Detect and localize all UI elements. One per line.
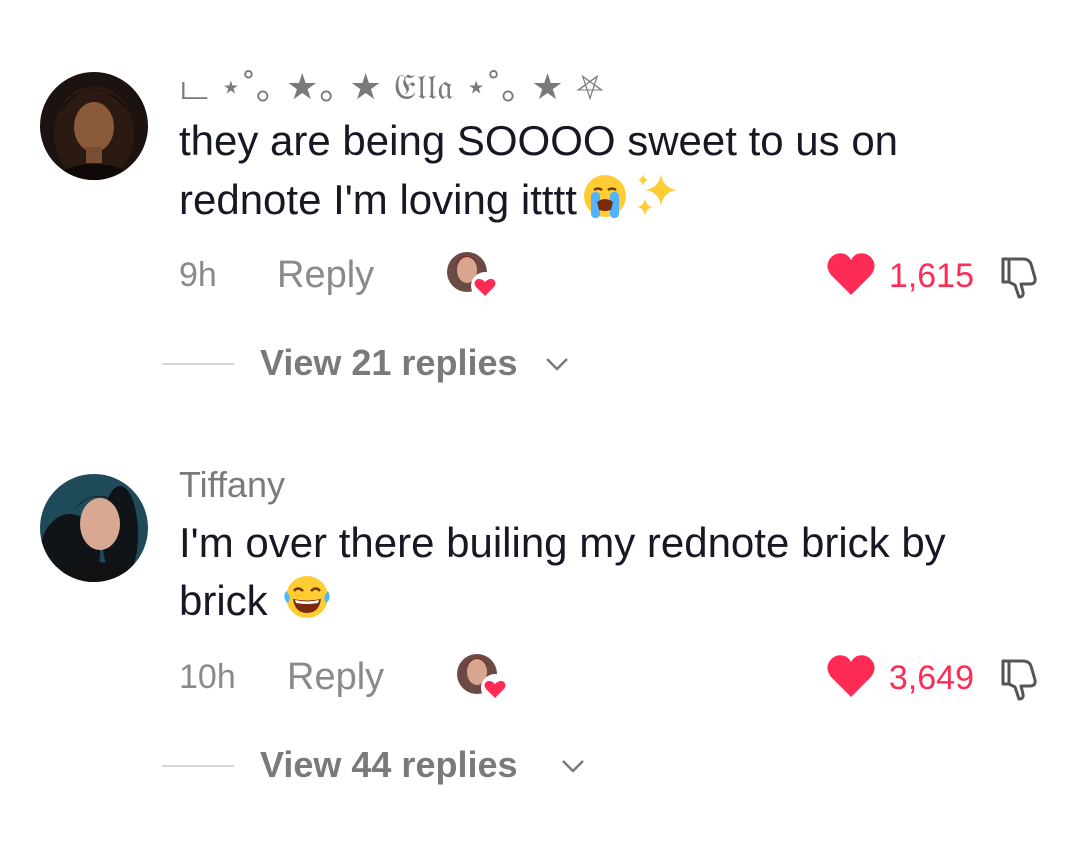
loudly-crying-face-icon bbox=[581, 172, 629, 235]
avatar[interactable] bbox=[40, 474, 148, 582]
username[interactable]: Tiffany bbox=[179, 464, 285, 506]
face-with-tears-of-joy-icon bbox=[282, 573, 332, 636]
like-count: 1,615 bbox=[888, 256, 974, 295]
dislike-icon[interactable] bbox=[995, 656, 1041, 707]
view-replies-button[interactable]: View 44 replies bbox=[162, 744, 612, 788]
dislike-icon[interactable] bbox=[995, 254, 1041, 305]
creator-liked-badge bbox=[455, 652, 511, 704]
comment-text: they are being SOOOO sweet to us on redn… bbox=[179, 112, 1019, 235]
reply-button[interactable]: Reply bbox=[277, 254, 374, 297]
sparkles-icon bbox=[633, 170, 683, 235]
comment-text-content: they are being SOOOO sweet to us on redn… bbox=[179, 117, 899, 223]
chevron-down-icon bbox=[544, 354, 570, 379]
avatar[interactable] bbox=[40, 72, 148, 180]
heart-icon[interactable] bbox=[825, 653, 877, 704]
like-group: 3,649 bbox=[825, 652, 974, 704]
divider bbox=[162, 765, 234, 767]
like-count: 3,649 bbox=[888, 658, 974, 697]
comment-actions: 9h Reply 1,615 bbox=[179, 250, 1059, 300]
comment-text: I'm over there builing my rednote brick … bbox=[179, 514, 1019, 636]
reply-button[interactable]: Reply bbox=[287, 656, 384, 699]
divider bbox=[162, 363, 234, 365]
creator-liked-badge bbox=[445, 250, 501, 302]
view-replies-label: View 21 replies bbox=[260, 342, 518, 383]
view-replies-label: View 44 replies bbox=[260, 744, 518, 785]
heart-icon[interactable] bbox=[825, 251, 877, 302]
timestamp: 9h bbox=[179, 256, 217, 294]
timestamp: 10h bbox=[179, 658, 236, 696]
like-group: 1,615 bbox=[825, 250, 974, 302]
view-replies-button[interactable]: View 21 replies bbox=[162, 342, 602, 386]
chevron-down-icon bbox=[560, 756, 586, 781]
comment-actions: 10h Reply 3,649 bbox=[179, 652, 1059, 702]
username[interactable]: ட ⋆˚｡ ★｡ ★ 𝔈𝔩𝔩𝔞 ⋆˚｡ ★ ⛧ bbox=[179, 58, 605, 113]
